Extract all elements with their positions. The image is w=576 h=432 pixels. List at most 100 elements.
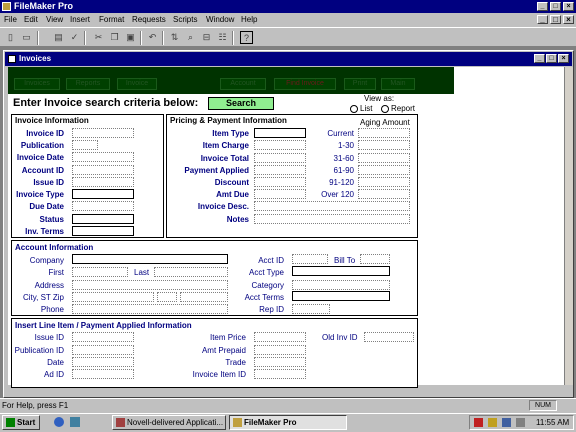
- omit-icon[interactable]: ⊟: [200, 31, 213, 44]
- define-fields-icon[interactable]: ☷: [216, 31, 229, 44]
- filemaker-app-icon: [233, 418, 242, 427]
- category-field[interactable]: [292, 280, 390, 290]
- amt-due-field[interactable]: [254, 189, 306, 199]
- li-date-field[interactable]: [72, 357, 134, 367]
- payment-applied-field[interactable]: [254, 165, 306, 175]
- menu-window[interactable]: Window: [206, 15, 234, 24]
- rep-id-field[interactable]: [292, 304, 330, 314]
- discount-field[interactable]: [254, 177, 306, 187]
- search-button[interactable]: Search: [208, 97, 274, 110]
- status-field[interactable]: [72, 214, 134, 224]
- zip-field[interactable]: [180, 292, 228, 302]
- start-button[interactable]: Start: [2, 415, 40, 430]
- menu-requests[interactable]: Requests: [132, 15, 166, 24]
- view-report-radio[interactable]: [381, 105, 389, 113]
- li-invoice-item-id-field[interactable]: [254, 369, 306, 379]
- invoice-date-field[interactable]: [72, 152, 134, 162]
- li-ad-id-field[interactable]: [72, 369, 134, 379]
- volume-icon[interactable]: [516, 418, 525, 427]
- acct-type-field[interactable]: [292, 266, 390, 276]
- tray-icon[interactable]: [502, 418, 511, 427]
- undo-icon[interactable]: ↶: [146, 31, 159, 44]
- maximize-icon[interactable]: □: [550, 2, 561, 11]
- city-field[interactable]: [72, 292, 154, 302]
- minimize-icon[interactable]: _: [537, 2, 548, 11]
- sort-icon[interactable]: ⇅: [168, 31, 181, 44]
- tray-icon[interactable]: [488, 418, 497, 427]
- company-field[interactable]: [72, 254, 228, 264]
- cut-icon[interactable]: ✂: [92, 31, 105, 44]
- nav-tab-account[interactable]: Account: [220, 78, 266, 90]
- aging-over-120-field[interactable]: [358, 189, 410, 199]
- account-info-title: Account Information: [15, 243, 94, 252]
- menu-edit[interactable]: Edit: [24, 15, 38, 24]
- issue-id-field[interactable]: [72, 177, 134, 187]
- aging-91-120-field[interactable]: [358, 177, 410, 187]
- acct-terms-field[interactable]: [292, 291, 390, 301]
- item-type-field[interactable]: [254, 128, 306, 138]
- li-amt-prepaid-field[interactable]: [254, 345, 306, 355]
- spelling-icon[interactable]: ✓: [68, 31, 81, 44]
- nav-tab-invoices[interactable]: Invoices: [14, 78, 60, 90]
- nav-tab-invoice[interactable]: Invoice: [117, 78, 157, 90]
- open-icon[interactable]: ▭: [20, 31, 33, 44]
- nav-tab-print[interactable]: Print: [344, 78, 376, 90]
- taskbar-item-filemaker[interactable]: FileMaker Pro: [229, 415, 347, 430]
- invoice-total-field[interactable]: [254, 153, 306, 163]
- close-icon[interactable]: ×: [563, 2, 574, 11]
- li-item-price-field[interactable]: [254, 332, 306, 342]
- taskbar-item-novell[interactable]: Novell-delivered Applicati...: [112, 415, 226, 430]
- invoice-type-field[interactable]: [72, 189, 134, 199]
- menu-help[interactable]: Help: [241, 15, 257, 24]
- inv-terms-field[interactable]: [72, 226, 134, 236]
- print-icon[interactable]: ▤: [52, 31, 65, 44]
- quick-launch-icon[interactable]: [70, 417, 80, 427]
- doc-restore-icon[interactable]: □: [550, 15, 561, 24]
- bill-to-field[interactable]: [360, 254, 390, 264]
- invoice-id-field[interactable]: [72, 128, 134, 138]
- menu-format[interactable]: Format: [99, 15, 124, 24]
- novell-tray-icon[interactable]: [474, 418, 483, 427]
- doc-close-icon[interactable]: ×: [563, 15, 574, 24]
- aging-current-field[interactable]: [358, 128, 410, 138]
- li-trade-field[interactable]: [254, 357, 306, 367]
- nav-tab-find-invoice[interactable]: Find Invoice: [274, 78, 336, 90]
- menu-scripts[interactable]: Scripts: [173, 15, 197, 24]
- menu-view[interactable]: View: [46, 15, 63, 24]
- last-name-field[interactable]: [154, 267, 228, 277]
- item-charge-field[interactable]: [254, 140, 306, 150]
- phone-field[interactable]: [72, 304, 228, 314]
- acct-id-field[interactable]: [292, 254, 328, 264]
- new-icon[interactable]: ▯: [4, 31, 17, 44]
- li-publication-id-field[interactable]: [72, 345, 134, 355]
- doc-minimize-icon[interactable]: _: [537, 15, 548, 24]
- notes-field[interactable]: [254, 214, 410, 224]
- help-icon[interactable]: ?: [240, 31, 253, 44]
- invoice-info-title: Invoice Information: [15, 116, 89, 125]
- aging-31-60-field[interactable]: [358, 153, 410, 163]
- find-icon[interactable]: ⌕: [184, 31, 197, 44]
- invoice-desc-field[interactable]: [254, 201, 410, 211]
- menu-file[interactable]: File: [4, 15, 17, 24]
- first-name-field[interactable]: [72, 267, 128, 277]
- view-list-radio[interactable]: [350, 105, 358, 113]
- doc-window-minimize-icon[interactable]: _: [534, 54, 545, 63]
- nav-tab-main[interactable]: Main: [381, 78, 415, 90]
- vertical-scrollbar[interactable]: [564, 67, 573, 385]
- paste-icon[interactable]: ▣: [124, 31, 137, 44]
- state-field[interactable]: [157, 292, 177, 302]
- copy-icon[interactable]: ❐: [108, 31, 121, 44]
- li-issue-id-field[interactable]: [72, 332, 134, 342]
- publication-field[interactable]: [72, 140, 98, 150]
- li-old-inv-id-field[interactable]: [364, 332, 414, 342]
- doc-window-close-icon[interactable]: ×: [558, 54, 569, 63]
- address-field[interactable]: [72, 280, 228, 290]
- menu-insert[interactable]: Insert: [70, 15, 90, 24]
- doc-window-maximize-icon[interactable]: □: [546, 54, 557, 63]
- aging-61-90-field[interactable]: [358, 165, 410, 175]
- due-date-field[interactable]: [72, 201, 134, 211]
- ie-icon[interactable]: [54, 417, 64, 427]
- account-id-field[interactable]: [72, 165, 134, 175]
- nav-tab-reports[interactable]: Reports: [66, 78, 110, 90]
- aging-1-30-field[interactable]: [358, 140, 410, 150]
